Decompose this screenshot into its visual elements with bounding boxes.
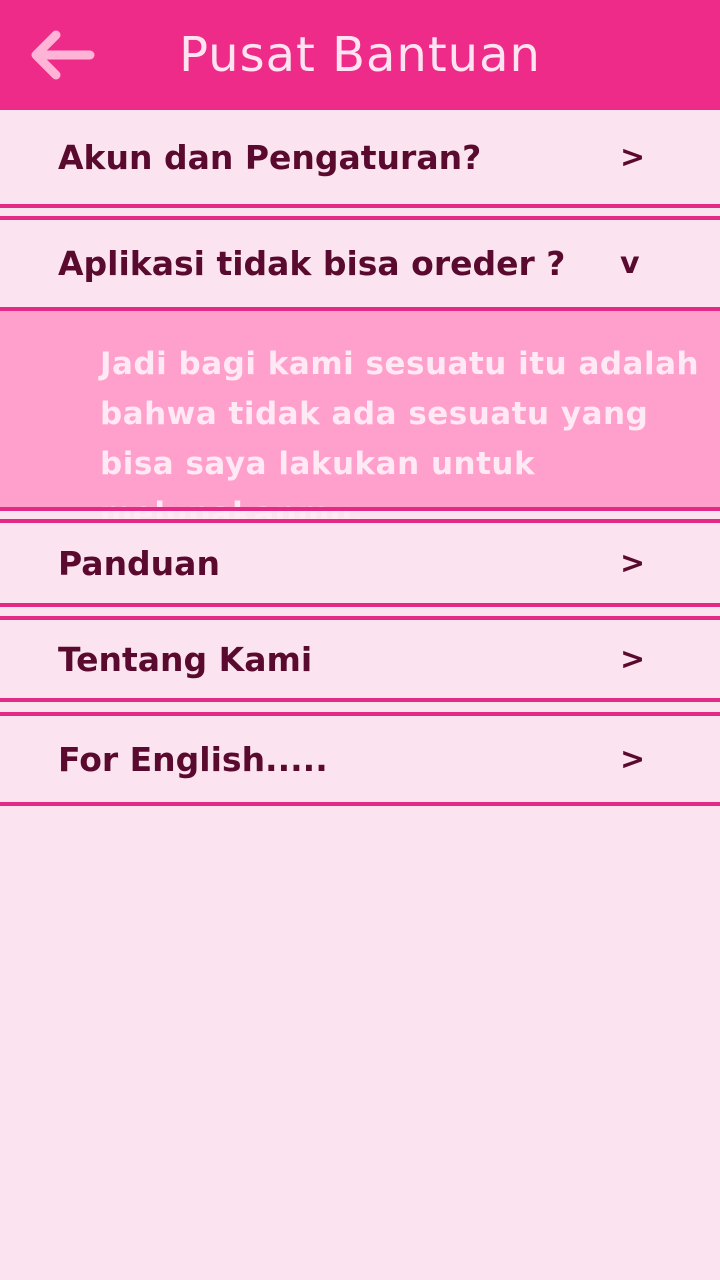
chevron-right-icon: > [620,545,646,581]
chevron-right-icon: > [620,741,646,777]
faq-item-guide[interactable]: Panduan > [0,523,720,603]
chevron-right-icon: > [620,641,646,677]
faq-item-about-us[interactable]: Tentang Kami > [0,620,720,698]
chevron-right-icon: > [620,139,646,175]
faq-answer-panel: Jadi bagi kami sesuatu itu adalah bahwa … [0,311,720,532]
divider [0,603,720,607]
page-title: Pusat Bantuan [179,27,541,83]
help-center-screen: Pusat Bantuan Akun dan Pengaturan? > Apl… [0,0,720,1280]
faq-item-label: Panduan [58,543,220,583]
faq-item-label: Tentang Kami [58,639,313,679]
faq-item-english[interactable]: For English..... > [0,716,720,802]
chevron-down-icon: v [620,246,640,281]
faq-item-label: Aplikasi tidak bisa oreder ? [58,244,566,283]
faq-item-account-settings[interactable]: Akun dan Pengaturan? > [0,110,720,204]
faq-item-label: Akun dan Pengaturan? [58,137,482,177]
faq-item-label: For English..... [58,739,328,779]
divider [0,507,720,511]
faq-item-app-order-issue[interactable]: Aplikasi tidak bisa oreder ? v [0,220,720,307]
divider [0,204,720,208]
app-header: Pusat Bantuan [0,0,720,110]
divider [0,802,720,806]
divider [0,698,720,702]
